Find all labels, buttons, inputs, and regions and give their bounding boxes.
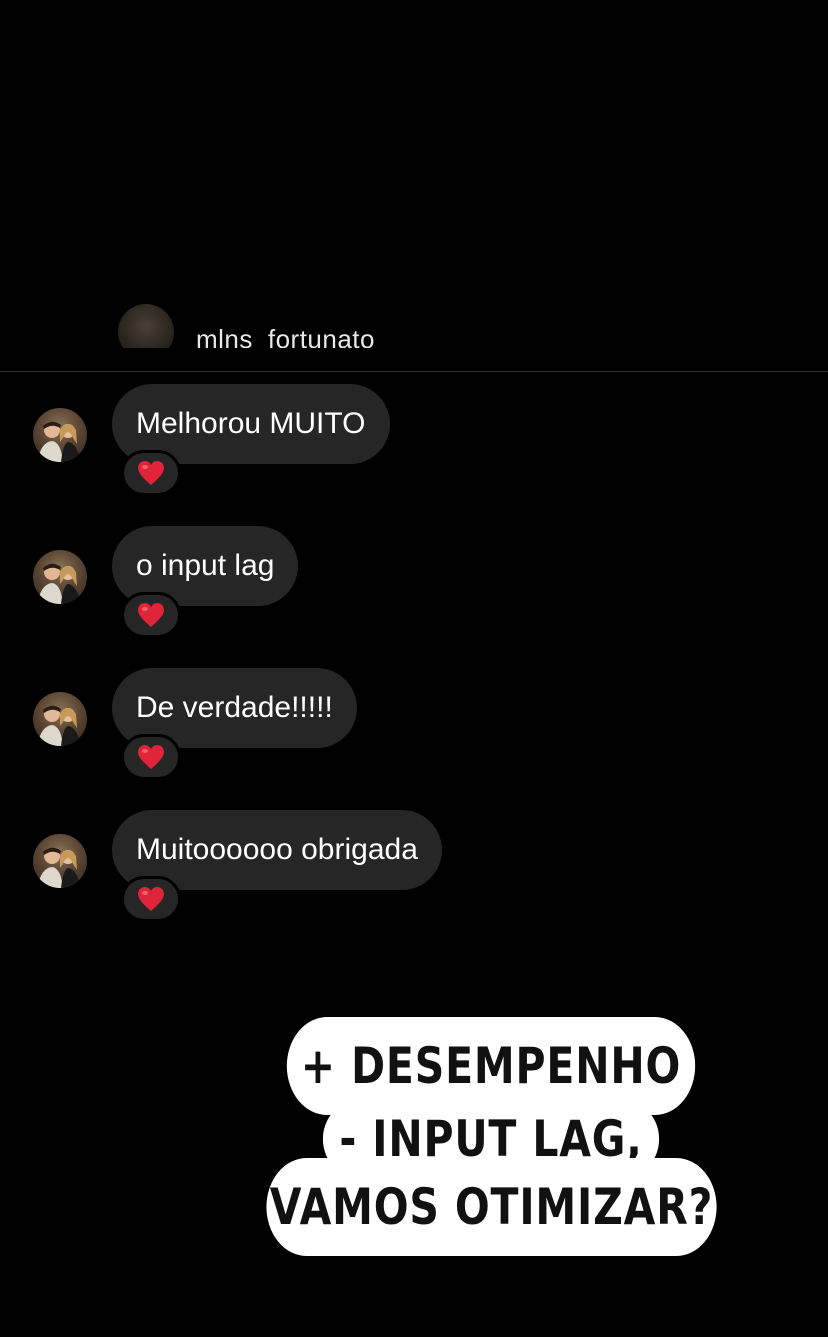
heart-icon [138,887,164,911]
heart-icon [138,603,164,627]
sticker-line-1: + DESEMPENHO [286,1017,696,1115]
avatar-photo-icon [37,421,81,462]
reaction-badge[interactable] [121,876,181,922]
message-row: De verdade!!!!! [0,668,828,798]
heart-icon [138,745,164,769]
reaction-badge[interactable] [121,450,181,496]
avatar-photo-icon [37,705,81,746]
message-row: Muitoooooo obrigada [0,810,828,940]
header-avatar[interactable] [118,304,174,348]
sender-avatar[interactable] [33,692,87,746]
message-row: o input lag [0,526,828,656]
sender-avatar[interactable] [33,834,87,888]
avatar-photo-icon [37,847,81,888]
sticker-line-3: VAMOS OTIMIZAR? [266,1158,717,1256]
message-row: Melhorou MUITO [0,384,828,514]
sender-avatar[interactable] [33,408,87,462]
header-divider [0,371,828,372]
reaction-badge[interactable] [121,734,181,780]
sender-avatar[interactable] [33,550,87,604]
heart-icon [138,461,164,485]
reaction-badge[interactable] [121,592,181,638]
chat-header: mlns_fortunato [0,300,828,372]
header-username[interactable]: mlns_fortunato [196,324,375,348]
avatar-photo-icon [37,563,81,604]
